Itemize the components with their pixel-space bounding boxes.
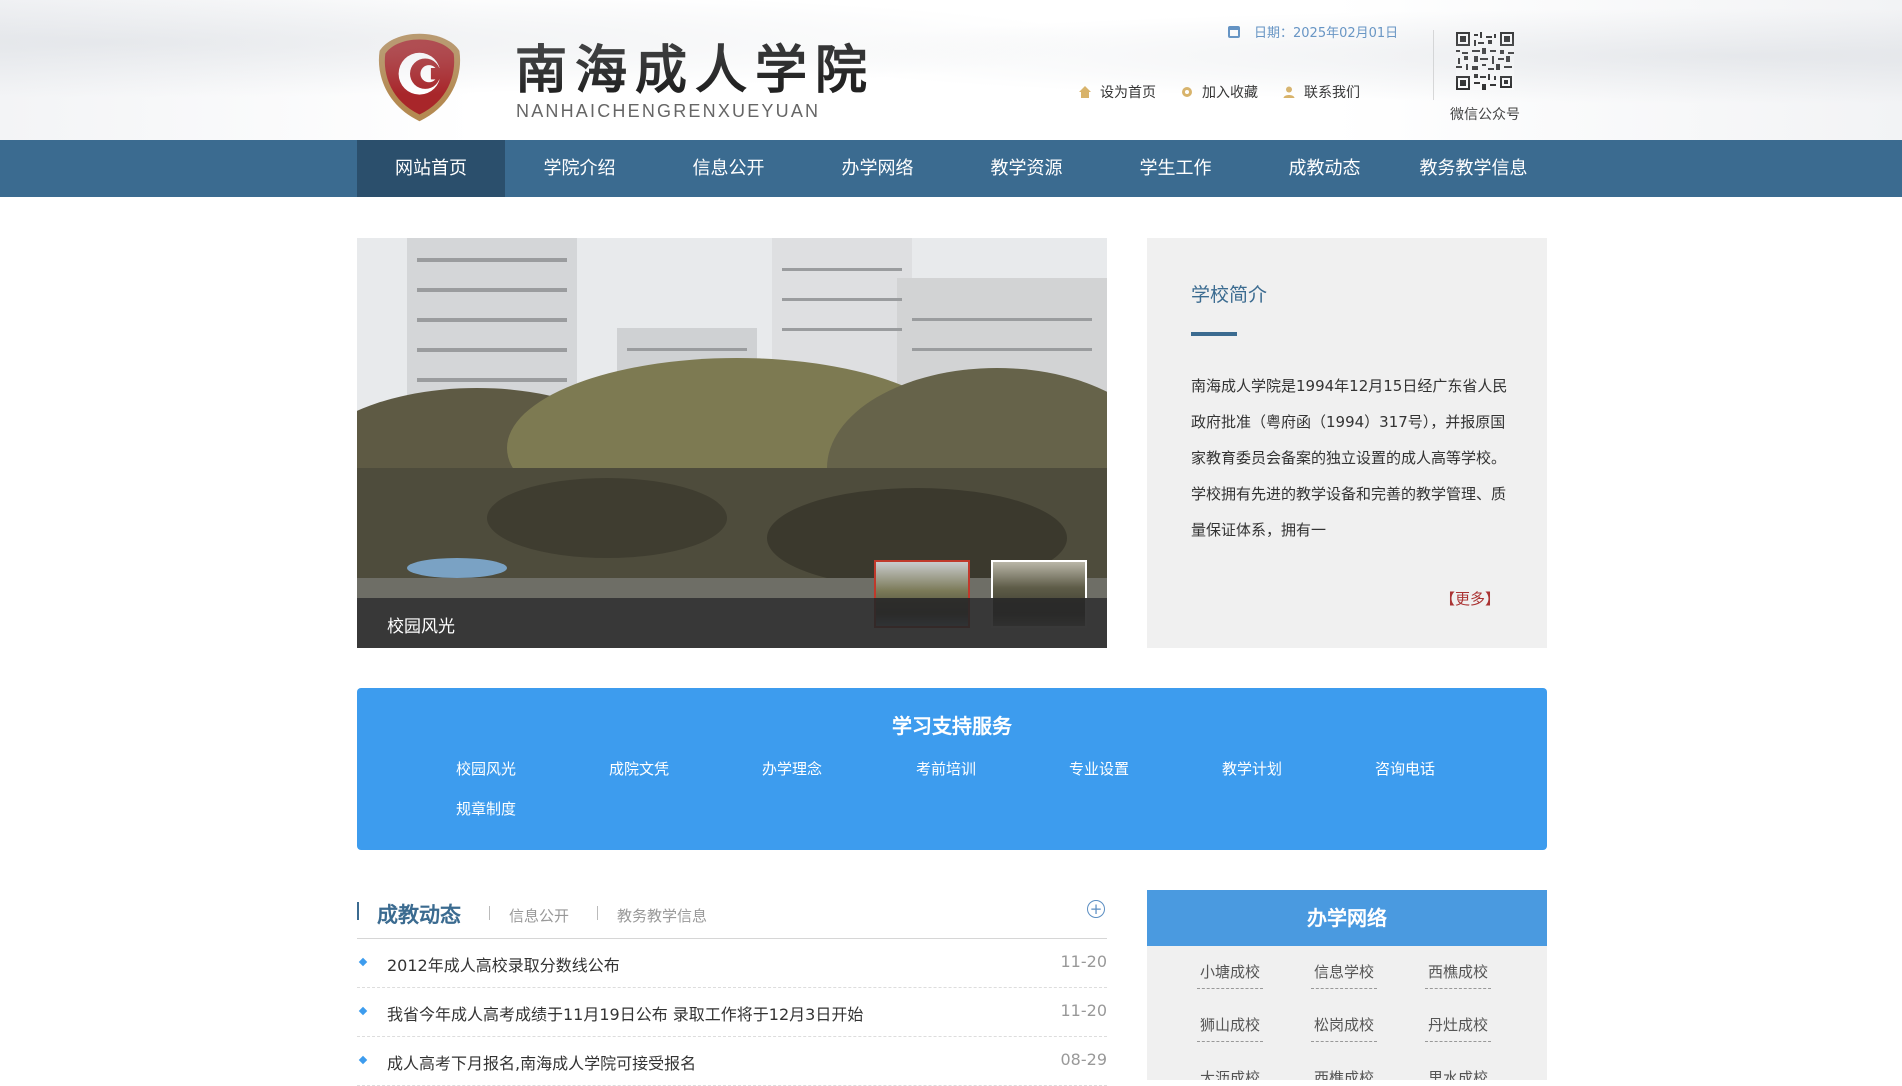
contact-us-link[interactable]: 联系我们 [1282,82,1360,102]
learning-support-panel: 学习支持服务 校园风光 成院文凭 办学理念 考前培训 专业设置 教学计划 咨询电… [357,688,1547,850]
contact-us-label: 联系我们 [1304,85,1360,101]
service-link-hotline[interactable]: 咨询电话 [1375,758,1435,779]
news-item[interactable]: 我省今年成人高考成绩于11月19日公布 录取工作将于12月3日开始 11-20 [357,988,1107,1037]
intro-more-link[interactable]: 【更多】 [1440,588,1500,609]
service-link-majors[interactable]: 专业设置 [1069,758,1129,779]
tab-marker [357,902,359,920]
bullet-icon [358,1055,368,1065]
tab-divider [597,906,598,920]
service-link-diploma[interactable]: 成院文凭 [609,758,669,779]
nav-item-teaching-resources[interactable]: 教学资源 [952,140,1101,197]
tab-academic-affairs[interactable]: 教务教学信息 [617,905,707,926]
star-icon [1182,87,1192,97]
news-date: 08-29 [1060,1050,1108,1069]
intro-title: 学校简介 [1191,284,1268,306]
campus-photo-slider[interactable]: 校园风光 [357,238,1107,648]
calendar-icon [1228,25,1240,38]
tab-info-disclosure[interactable]: 信息公开 [509,905,569,926]
top-links: 设为首页 加入收藏 联系我们 [1078,82,1360,102]
set-homepage-label: 设为首页 [1100,85,1156,101]
network-item[interactable]: 西樵成校 [1425,961,1491,989]
nav-item-academic-affairs[interactable]: 教务教学信息 [1399,140,1548,197]
site-logo-title: 南海成人学院 [515,40,876,101]
add-favorite-label: 加入收藏 [1202,85,1258,101]
news-more-icon[interactable]: + [1087,900,1105,918]
home-icon [1079,86,1091,98]
news-title: 成人高考下月报名,南海成人学院可接受报名 [387,1054,697,1073]
logo-emblem-icon[interactable] [372,30,467,125]
nav-item-info-disclosure[interactable]: 信息公开 [654,140,803,197]
services-title: 学习支持服务 [892,714,1012,738]
slider-caption: 校园风光 [387,617,455,637]
set-homepage-link[interactable]: 设为首页 [1078,82,1156,102]
news-tabs: 成教动态 信息公开 教务教学信息 + [357,890,1107,939]
date-display: 日期：2025年02月01日 [1228,22,1398,41]
main-nav: 网站首页 学院介绍 信息公开 办学网络 教学资源 学生工作 成教动态 教务教学信… [0,140,1902,197]
nav-item-about[interactable]: 学院介绍 [505,140,654,197]
service-link-campus[interactable]: 校园风光 [456,758,516,779]
nav-item-student-work[interactable]: 学生工作 [1101,140,1250,197]
network-item[interactable]: 信息学校 [1311,961,1377,989]
site-logo-subtitle: NANHAICHENGRENXUEYUAN [516,101,821,121]
service-link-regulations[interactable]: 规章制度 [456,798,516,819]
user-icon [1283,86,1295,98]
network-item[interactable]: 小塘成校 [1197,961,1263,989]
tab-divider [489,906,490,920]
tab-news[interactable]: 成教动态 [377,899,461,929]
wechat-qr-code [1456,32,1514,90]
qr-label: 微信公众号 [1450,107,1520,123]
nav-item-home[interactable]: 网站首页 [357,140,505,197]
service-link-philosophy[interactable]: 办学理念 [762,758,822,779]
network-item[interactable]: 狮山成校 [1197,1014,1263,1042]
network-title: 办学网络 [1147,890,1547,946]
bullet-icon [358,1006,368,1016]
news-date: 11-20 [1060,952,1108,971]
intro-text: 南海成人学院是1994年12月15日经广东省人民政府批准（粤府函（1994）31… [1191,377,1508,539]
date-text: 日期：2025年02月01日 [1254,26,1399,41]
header-divider [1433,30,1434,100]
site-header: 南海成人学院 NANHAICHENGRENXUEYUAN 日期：2025年02月… [0,0,1902,140]
news-item[interactable]: 2012年成人高校录取分数线公布 11-20 [357,939,1107,988]
nav-item-news[interactable]: 成教动态 [1250,140,1399,197]
network-item[interactable]: 西樵成校 [1311,1067,1377,1080]
bullet-icon [358,957,368,967]
school-intro-panel: 学校简介 南海成人学院是1994年12月15日经广东省人民政府批准（粤府函（19… [1147,238,1547,648]
network-item[interactable]: 丹灶成校 [1425,1014,1491,1042]
network-item[interactable]: 松岗成校 [1311,1014,1377,1042]
news-title: 我省今年成人高考成绩于11月19日公布 录取工作将于12月3日开始 [387,1005,864,1024]
add-favorite-link[interactable]: 加入收藏 [1180,82,1258,102]
nav-item-network[interactable]: 办学网络 [803,140,952,197]
slider-caption-bar: 校园风光 [357,598,1107,648]
service-link-exam-training[interactable]: 考前培训 [916,758,976,779]
news-item[interactable]: 成人高考下月报名,南海成人学院可接受报名 08-29 [357,1037,1107,1086]
network-item[interactable]: 里水成校 [1425,1067,1491,1080]
news-title: 2012年成人高校录取分数线公布 [387,956,620,975]
school-network-panel: 办学网络 小塘成校 信息学校 西樵成校 狮山成校 松岗成校 丹灶成校 大沥成校 … [1147,890,1547,1080]
network-item[interactable]: 大沥成校 [1197,1067,1263,1080]
news-date: 11-20 [1060,1001,1108,1020]
service-link-teaching-plan[interactable]: 教学计划 [1222,758,1282,779]
intro-title-underline [1191,332,1237,336]
